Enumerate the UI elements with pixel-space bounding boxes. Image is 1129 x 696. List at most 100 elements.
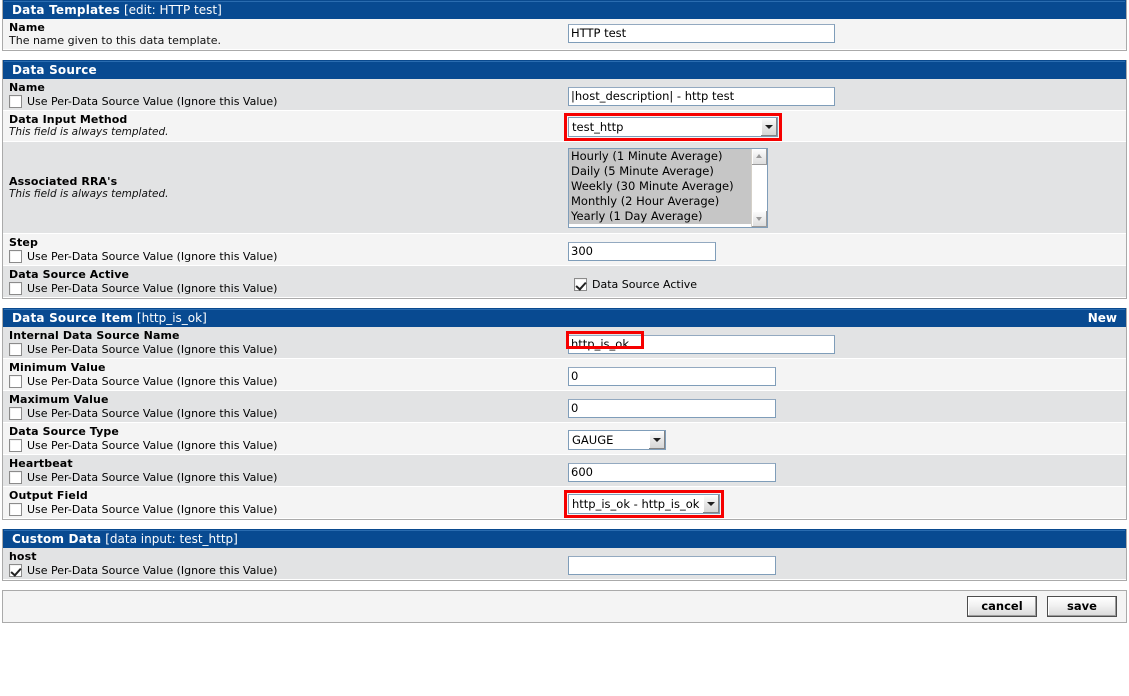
- row-field: [568, 550, 1126, 575]
- list-item[interactable]: Hourly (1 Minute Average): [569, 149, 751, 164]
- section-title: Data Templates: [12, 3, 120, 17]
- listbox-options[interactable]: Hourly (1 Minute Average) Daily (5 Minut…: [569, 149, 751, 227]
- per-ds-checkbox[interactable]: [9, 282, 22, 295]
- data-source-active-checkbox[interactable]: [574, 278, 587, 291]
- section-subtitle: [http_is_ok]: [136, 311, 207, 325]
- section-header-custom-data: Custom Data [data input: test_http]: [3, 529, 1126, 548]
- field-description: This field is always templated.: [9, 126, 169, 138]
- field-label: Data Source Type: [9, 425, 119, 438]
- form-actions: cancel save: [2, 590, 1127, 623]
- per-ds-checkbox-row[interactable]: Use Per-Data Source Value (Ignore this V…: [9, 439, 568, 452]
- list-item[interactable]: Monthly (2 Hour Average): [569, 194, 751, 209]
- per-ds-checkbox-row[interactable]: Use Per-Data Source Value (Ignore this V…: [9, 282, 568, 295]
- ds-name-input[interactable]: |host_description| - http test: [568, 87, 835, 106]
- per-ds-checkbox[interactable]: [9, 375, 22, 388]
- per-ds-checkbox-label: Use Per-Data Source Value (Ignore this V…: [27, 564, 278, 577]
- row-minimum-value: Minimum Value Use Per-Data Source Value …: [3, 359, 1126, 391]
- per-ds-checkbox-row[interactable]: Use Per-Data Source Value (Ignore this V…: [9, 407, 568, 420]
- section-data-source: Data Source Name Use Per-Data Source Val…: [2, 60, 1127, 299]
- new-data-source-item-link[interactable]: New: [1088, 309, 1117, 327]
- section-header-data-source-item: Data Source Item [http_is_ok] New: [3, 308, 1126, 327]
- cancel-button[interactable]: cancel: [967, 596, 1037, 617]
- per-ds-checkbox[interactable]: [9, 250, 22, 263]
- per-ds-checkbox[interactable]: [9, 343, 22, 356]
- per-ds-checkbox[interactable]: [9, 564, 22, 577]
- per-ds-checkbox[interactable]: [9, 503, 22, 516]
- data-source-type-value: GAUGE: [572, 433, 614, 447]
- heartbeat-input[interactable]: 600: [568, 463, 776, 482]
- per-ds-checkbox-row[interactable]: Use Per-Data Source Value (Ignore this V…: [9, 250, 568, 263]
- section-subtitle: [data input: test_http]: [105, 532, 238, 546]
- internal-name-input[interactable]: http_is_ok: [568, 335, 835, 354]
- section-data-source-item: Data Source Item [http_is_ok] New Intern…: [2, 308, 1127, 520]
- per-ds-checkbox-label: Use Per-Data Source Value (Ignore this V…: [27, 343, 278, 356]
- chevron-down-icon[interactable]: [702, 495, 719, 513]
- save-button[interactable]: save: [1047, 596, 1117, 617]
- chevron-down-icon[interactable]: [760, 118, 777, 136]
- list-item[interactable]: Daily (5 Minute Average): [569, 164, 751, 179]
- per-ds-checkbox-label: Use Per-Data Source Value (Ignore this V…: [27, 95, 278, 108]
- field-label: Internal Data Source Name: [9, 329, 180, 342]
- section-title: Data Source Item: [12, 311, 133, 325]
- scroll-up-icon[interactable]: [752, 149, 767, 165]
- output-field-select[interactable]: http_is_ok - http_is_ok: [568, 494, 720, 514]
- section-custom-data: Custom Data [data input: test_http] host…: [2, 529, 1127, 581]
- field-label: Output Field: [9, 489, 88, 502]
- maximum-value-input[interactable]: 0: [568, 399, 776, 418]
- row-field: http_is_ok: [566, 329, 1126, 354]
- row-label: Data Source Active Use Per-Data Source V…: [3, 268, 568, 295]
- per-ds-checkbox-row[interactable]: Use Per-Data Source Value (Ignore this V…: [9, 343, 568, 356]
- row-label: Data Source Type Use Per-Data Source Val…: [3, 425, 568, 452]
- step-input[interactable]: 300: [568, 242, 716, 261]
- row-label: Name Use Per-Data Source Value (Ignore t…: [3, 81, 568, 108]
- chevron-down-icon[interactable]: [648, 431, 665, 449]
- data-source-active-label: Data Source Active: [592, 278, 698, 291]
- row-maximum-value: Maximum Value Use Per-Data Source Value …: [3, 391, 1126, 423]
- per-ds-checkbox-row[interactable]: Use Per-Data Source Value (Ignore this V…: [9, 564, 568, 577]
- per-ds-checkbox[interactable]: [9, 471, 22, 484]
- row-label: host Use Per-Data Source Value (Ignore t…: [3, 550, 568, 577]
- list-item[interactable]: Weekly (30 Minute Average): [569, 179, 751, 194]
- row-label: Associated RRA's This field is always te…: [3, 175, 568, 201]
- highlight-box-output-field: http_is_ok - http_is_ok: [564, 490, 724, 518]
- per-ds-checkbox[interactable]: [9, 439, 22, 452]
- row-label: Maximum Value Use Per-Data Source Value …: [3, 393, 568, 420]
- data-source-active-checkbox-row[interactable]: Data Source Active: [574, 278, 697, 291]
- row-field: 0: [568, 361, 1126, 386]
- scroll-down-icon[interactable]: [752, 211, 767, 227]
- row-field: Data Source Active: [568, 268, 1126, 291]
- field-label: Associated RRA's: [9, 174, 118, 188]
- field-description: This field is always templated.: [9, 187, 169, 200]
- listbox-scrollbar[interactable]: [751, 149, 767, 227]
- field-label: host: [9, 550, 37, 563]
- field-label: Name: [9, 21, 45, 34]
- cacti-data-template-page: Data Templates [edit: HTTP test] Name Th…: [0, 0, 1129, 623]
- field-label: Data Source Active: [9, 268, 130, 281]
- row-ds-name: Name Use Per-Data Source Value (Ignore t…: [3, 79, 1126, 111]
- highlight-box-data-input-method: test_http: [564, 113, 782, 141]
- data-input-method-select[interactable]: test_http: [568, 117, 778, 137]
- per-ds-checkbox-label: Use Per-Data Source Value (Ignore this V…: [27, 439, 278, 452]
- data-source-type-select[interactable]: GAUGE: [568, 430, 666, 450]
- row-internal-name: Internal Data Source Name Use Per-Data S…: [3, 327, 1126, 359]
- per-ds-checkbox-row[interactable]: Use Per-Data Source Value (Ignore this V…: [9, 471, 568, 484]
- section-data-templates: Data Templates [edit: HTTP test] Name Th…: [2, 0, 1127, 51]
- row-field: test_http: [564, 113, 1126, 141]
- row-label: Output Field Use Per-Data Source Value (…: [3, 489, 568, 516]
- section-header-data-templates: Data Templates [edit: HTTP test]: [3, 0, 1126, 19]
- row-data-source-type: Data Source Type Use Per-Data Source Val…: [3, 423, 1126, 455]
- per-ds-checkbox[interactable]: [9, 407, 22, 420]
- row-label: Name The name given to this data templat…: [3, 21, 568, 47]
- list-item[interactable]: Yearly (1 Day Average): [569, 209, 751, 224]
- template-name-input[interactable]: HTTP test: [568, 24, 835, 43]
- per-ds-checkbox-row[interactable]: Use Per-Data Source Value (Ignore this V…: [9, 503, 568, 516]
- per-ds-checkbox-row[interactable]: Use Per-Data Source Value (Ignore this V…: [9, 375, 568, 388]
- per-ds-checkbox-label: Use Per-Data Source Value (Ignore this V…: [27, 250, 278, 263]
- host-input[interactable]: [568, 556, 776, 575]
- row-label: Internal Data Source Name Use Per-Data S…: [3, 329, 568, 356]
- minimum-value-input[interactable]: 0: [568, 367, 776, 386]
- per-ds-checkbox-row[interactable]: Use Per-Data Source Value (Ignore this V…: [9, 95, 568, 108]
- associated-rras-listbox[interactable]: Hourly (1 Minute Average) Daily (5 Minut…: [568, 148, 768, 228]
- per-ds-checkbox[interactable]: [9, 95, 22, 108]
- row-output-field: Output Field Use Per-Data Source Value (…: [3, 487, 1126, 519]
